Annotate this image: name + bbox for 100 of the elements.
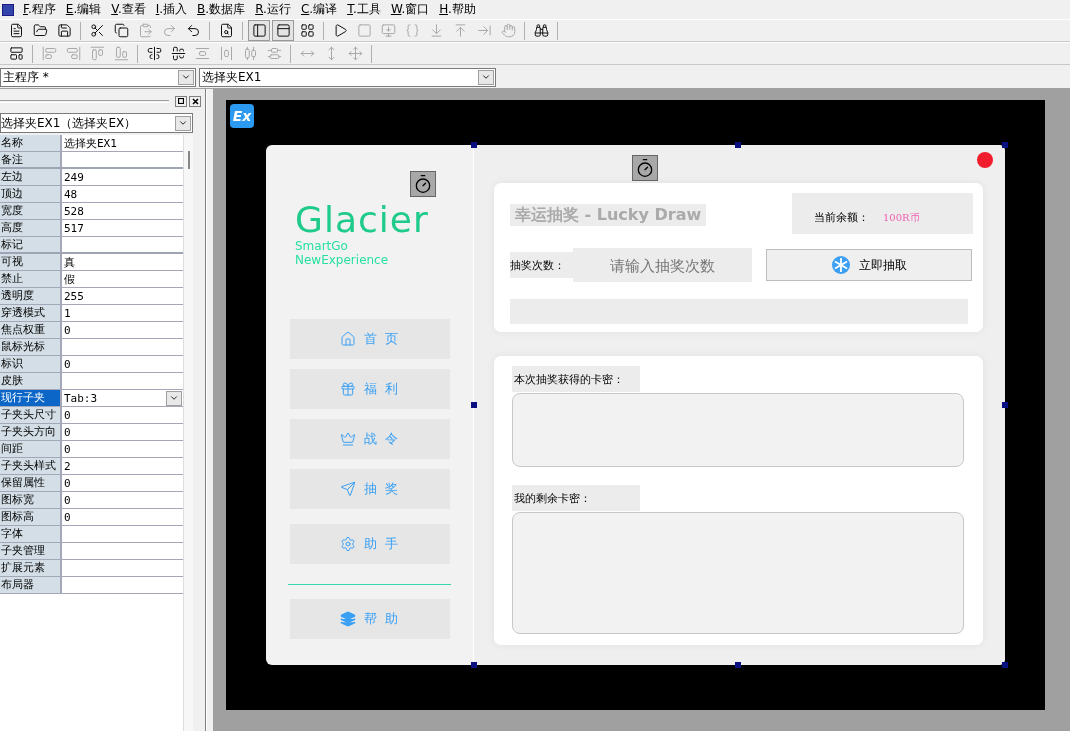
gear-icon	[339, 536, 356, 552]
property-value[interactable]: Tab:3	[64, 391, 98, 405]
property-name[interactable]: 子夹头样式	[0, 458, 62, 474]
property-value[interactable]: 528	[64, 204, 84, 218]
property-value[interactable]: 真	[64, 254, 75, 270]
scrollbar-thumb[interactable]	[187, 151, 190, 169]
property-name[interactable]: 扩展元素	[0, 560, 62, 576]
property-name[interactable]: 字体	[0, 526, 62, 542]
caret-icon	[181, 72, 191, 82]
dropdown-button[interactable]	[178, 69, 194, 85]
menu-item[interactable]: W.窗口	[385, 1, 435, 18]
property-value[interactable]: 选择夹EX1	[64, 135, 117, 151]
menu-item[interactable]: B.数据库	[192, 1, 251, 18]
property-name[interactable]: 间距	[0, 441, 62, 457]
dropdown-button[interactable]	[166, 390, 182, 406]
selection-handle[interactable]	[735, 662, 741, 668]
property-name[interactable]: 备注	[0, 152, 62, 167]
property-value[interactable]: 0	[64, 442, 71, 456]
balance-label: 当前余额：	[814, 210, 869, 225]
selection-handle[interactable]	[471, 402, 477, 408]
property-name[interactable]: 标记	[0, 237, 62, 252]
count-label: 抽奖次数：	[510, 252, 573, 278]
property-name[interactable]: 名称	[0, 135, 62, 151]
layout-icon[interactable]	[248, 20, 270, 41]
draw-button[interactable]: 立即抽取	[766, 249, 972, 281]
close-button[interactable]	[189, 95, 201, 107]
menu-item[interactable]: I.插入	[150, 1, 193, 18]
property-name[interactable]: 布局器	[0, 577, 62, 593]
timer-icon	[410, 171, 436, 197]
property-value[interactable]: 1	[64, 306, 71, 320]
property-name[interactable]: 透明度	[0, 288, 62, 304]
selection-handle[interactable]	[1002, 402, 1008, 408]
property-name[interactable]: 图标高	[0, 509, 62, 525]
object-dropdown[interactable]: 选择夹EX1（选择夹EX）	[0, 113, 193, 133]
card-title: 幸运抽奖 - Lucky Draw	[510, 204, 707, 226]
property-name[interactable]: 高度	[0, 220, 62, 236]
property-name[interactable]: 现行子夹	[0, 390, 62, 406]
caret-icon	[481, 72, 491, 82]
balance-value: 100R币	[883, 210, 920, 225]
timer-icon	[632, 155, 658, 181]
dropdown-button[interactable]	[478, 69, 494, 85]
menu-item[interactable]: E.编辑	[60, 1, 107, 18]
property-value[interactable]: 0	[64, 493, 71, 507]
property-name[interactable]: 标识	[0, 356, 62, 372]
crown-icon	[339, 431, 356, 447]
property-name[interactable]: 图标宽	[0, 492, 62, 508]
selector-dropdown[interactable]: 选择夹EX1	[199, 67, 496, 87]
property-value[interactable]: 0	[64, 476, 71, 490]
close-dot[interactable]	[977, 152, 993, 168]
field-label: 我的剩余卡密：	[512, 485, 640, 511]
menu-item[interactable]: F.程序	[18, 1, 61, 18]
property-name[interactable]: 穿透模式	[0, 305, 62, 321]
property-value[interactable]: 0	[64, 510, 71, 524]
property-name[interactable]: 左边	[0, 169, 62, 185]
property-name[interactable]: 可视	[0, 254, 62, 270]
caret-icon	[169, 393, 179, 403]
property-value[interactable]: 0	[64, 323, 71, 337]
text-area[interactable]	[512, 393, 964, 467]
selection-handle[interactable]	[1002, 662, 1008, 668]
menu-item[interactable]: H.帮助	[434, 1, 481, 18]
menu-item[interactable]: V.查看	[106, 1, 151, 18]
house-icon	[339, 331, 356, 347]
app-icon	[2, 3, 14, 16]
restore-button[interactable]	[175, 95, 187, 107]
property-value[interactable]: 517	[64, 221, 84, 235]
property-value[interactable]: 假	[64, 271, 75, 287]
property-value[interactable]: 0	[64, 357, 71, 371]
tagline: SmartGo	[295, 239, 348, 253]
selection-handle[interactable]	[735, 142, 741, 148]
property-name[interactable]: 鼠标光标	[0, 339, 62, 355]
property-name[interactable]: 皮肤	[0, 373, 62, 389]
selection-handle[interactable]	[1002, 142, 1008, 148]
menu-item[interactable]: C.编译	[295, 1, 343, 18]
tagline: NewExperience	[295, 253, 389, 267]
property-name[interactable]: 子夹管理	[0, 543, 62, 559]
selection-handle[interactable]	[471, 662, 477, 668]
property-name[interactable]: 禁止	[0, 271, 62, 287]
property-value[interactable]: 2	[64, 459, 71, 473]
property-value[interactable]: 255	[64, 289, 84, 303]
text-area[interactable]	[512, 512, 964, 634]
selector-dropdown[interactable]: 主程序 *	[0, 67, 196, 87]
property-name[interactable]: 焦点权重	[0, 322, 62, 338]
property-value[interactable]: 48	[64, 187, 78, 201]
selection-handle[interactable]	[471, 142, 477, 148]
count-input[interactable]: 请输入抽奖次数	[573, 248, 752, 282]
dropdown-button[interactable]	[175, 115, 191, 131]
property-value[interactable]: 249	[64, 170, 84, 184]
property-name[interactable]: 宽度	[0, 203, 62, 219]
property-value[interactable]: 0	[64, 425, 71, 439]
menu-item[interactable]: T.工具	[342, 1, 386, 18]
property-name[interactable]: 顶边	[0, 186, 62, 202]
layout-icon[interactable]	[272, 20, 294, 41]
property-name[interactable]: 子夹头方向	[0, 424, 62, 440]
paper-plane-icon	[339, 481, 356, 497]
property-name[interactable]: 子夹头尺寸	[0, 407, 62, 423]
menu-item[interactable]: R.运行	[250, 1, 296, 18]
caret-icon	[178, 118, 188, 128]
property-name[interactable]: 保留属性	[0, 475, 62, 491]
splitter[interactable]	[206, 89, 214, 731]
property-value[interactable]: 0	[64, 408, 71, 422]
